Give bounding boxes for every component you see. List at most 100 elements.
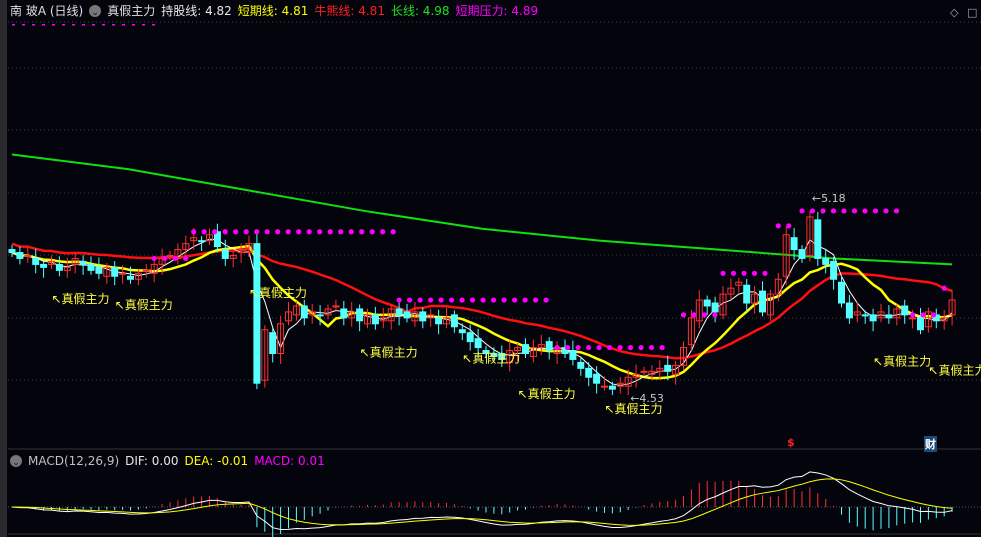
candle-body [24, 254, 32, 257]
pressure-dot [533, 297, 539, 303]
candle-body [435, 317, 443, 325]
pressure-dash [22, 24, 25, 26]
pressure-dot [659, 344, 665, 351]
pressure-dot [607, 344, 613, 351]
candle-body [601, 385, 608, 388]
candle-body [371, 314, 379, 325]
pressure-dash [72, 24, 75, 26]
candle-body [885, 314, 893, 319]
candle-body [798, 249, 806, 259]
candle-body [743, 284, 751, 304]
pressure-dot [741, 270, 747, 276]
candle-body [861, 314, 869, 317]
pressure-dot [396, 297, 402, 303]
finance-marker[interactable]: 财 [924, 436, 937, 452]
pressure-dot [762, 270, 768, 276]
pressure-dot [851, 208, 858, 214]
candle-body [845, 302, 853, 319]
pressure-dot [172, 255, 178, 262]
pressure-dot [720, 270, 726, 276]
dividend-marker[interactable]: $ [787, 436, 795, 449]
candle-body [703, 299, 711, 307]
pressure-dot [931, 312, 937, 318]
candle-body [790, 237, 798, 251]
candle-body [522, 344, 529, 354]
pressure-dot [275, 229, 281, 235]
pressure-dash [142, 24, 145, 26]
pressure-dot [380, 229, 386, 235]
candle-body [119, 272, 127, 275]
pressure-dot [565, 344, 571, 351]
pressure-dot [522, 297, 528, 303]
pressure-dot [470, 297, 476, 303]
candle-body [111, 266, 119, 277]
annotation-label: ↖真假主力 [518, 387, 576, 401]
candle-body [32, 257, 40, 265]
candle-body [466, 332, 474, 343]
candle-body [577, 361, 585, 369]
low-price-label: ←4.53 [630, 392, 664, 405]
pressure-dot [459, 297, 465, 303]
pressure-dash [152, 24, 155, 26]
candle-body [403, 311, 411, 319]
pressure-dot [417, 297, 423, 303]
indicator-dropdown-icon[interactable]: ⌄ [89, 5, 102, 18]
candle-body [8, 249, 16, 254]
candle-body [95, 266, 103, 274]
pressure-dot [183, 255, 189, 262]
macd-dropdown-icon[interactable]: ⌄ [10, 455, 22, 468]
pressure-dot [586, 344, 592, 351]
pressure-dash [12, 24, 15, 26]
pressure-dot [712, 312, 718, 318]
candle-body [253, 243, 261, 384]
pressure-dot [786, 223, 792, 229]
candle-body [395, 308, 403, 316]
pressure-dot [449, 297, 455, 303]
pressure-dot [691, 312, 697, 318]
pressure-dash [102, 24, 105, 26]
candle-body [340, 308, 348, 319]
hold-line-value: 持股线: 4.82 [161, 4, 232, 18]
pressure-dash [122, 24, 125, 26]
pressure-dot [327, 229, 333, 235]
pressure-dot [480, 297, 486, 303]
pressure-dot [883, 208, 889, 214]
pressure-dot [338, 229, 344, 235]
square-icon[interactable]: □ [967, 6, 977, 19]
pressure-dot [191, 229, 197, 235]
pressure-dot [407, 297, 413, 303]
candle-body [458, 329, 466, 334]
pressure-dot [254, 229, 260, 235]
pressure-dot [920, 312, 926, 318]
candle-body [221, 249, 229, 259]
pressure-dot [596, 344, 602, 351]
candle-body [545, 341, 553, 352]
candle-body [901, 305, 909, 316]
pressure-dot [809, 208, 816, 214]
annotation-label: ↖真假主力 [249, 286, 307, 300]
candle-body [608, 385, 616, 390]
candle-body [419, 311, 427, 322]
candle-body [640, 370, 648, 373]
pressure-dot [369, 229, 375, 235]
long-line-value: 长线: 4.98 [390, 4, 450, 18]
short-line-value: 短期线: 4.81 [237, 4, 309, 18]
pressure-dash [52, 24, 55, 26]
pressure-dot [348, 229, 354, 235]
pressure-dot [638, 344, 644, 351]
pressure-dot [428, 297, 434, 303]
annotation-label: ↖真假主力 [52, 292, 110, 306]
pressure-dot [162, 255, 168, 262]
diamond-icon[interactable]: ◇ [950, 6, 958, 19]
pressure-dot [910, 312, 916, 318]
annotation-label: ↖真假主力 [462, 351, 520, 365]
candle-body [822, 257, 830, 265]
candle-body [814, 219, 822, 259]
candle-body [593, 373, 601, 384]
pressure-dot [151, 255, 157, 262]
pressure-dot [201, 229, 207, 235]
candle-body [79, 260, 87, 265]
candle-body [142, 269, 150, 272]
candle-body [55, 263, 63, 271]
macd-header: ⌄ MACD(12,26,9) DIF: 0.00 DEA: -0.01 MAC… [10, 453, 325, 469]
